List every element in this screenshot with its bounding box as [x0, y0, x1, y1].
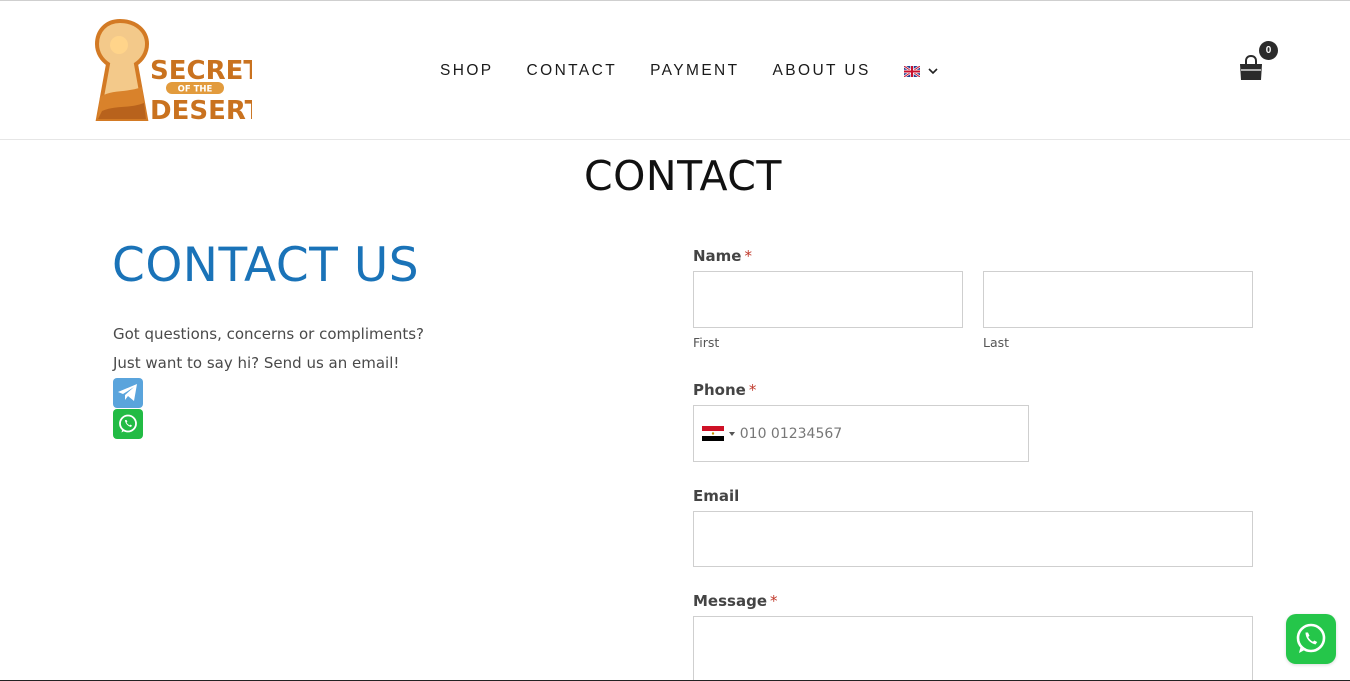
name-label: Name * — [693, 247, 752, 265]
chevron-down-icon — [928, 68, 938, 75]
page-title: CONTACT — [584, 152, 782, 200]
message-field — [693, 616, 1253, 681]
nav-shop[interactable]: SHOP — [440, 59, 494, 83]
logo-text-secret: SECRET — [150, 56, 252, 86]
whatsapp-icon — [1296, 623, 1326, 653]
phone-label: Phone * — [693, 381, 756, 399]
phone-label-text: Phone — [693, 381, 746, 399]
email-input[interactable] — [694, 512, 1252, 566]
site-logo[interactable]: SECRET OF THE DESERT — [92, 19, 252, 123]
nav-about-us[interactable]: ABOUT US — [773, 59, 871, 83]
language-switcher[interactable] — [903, 65, 938, 77]
nav-contact[interactable]: CONTACT — [527, 59, 618, 83]
egypt-flag-icon — [702, 426, 724, 441]
shopping-bag-icon — [1240, 55, 1262, 80]
required-mark: * — [748, 381, 757, 399]
uk-flag-icon — [903, 65, 920, 77]
whatsapp-chat-button[interactable] — [1286, 614, 1336, 664]
phone-input[interactable] — [739, 406, 1028, 461]
whatsapp-link[interactable] — [113, 409, 143, 439]
first-name-field — [693, 271, 963, 328]
keyhole-logo-icon: SECRET OF THE DESERT — [94, 19, 252, 123]
cart-count-badge: 0 — [1259, 41, 1278, 60]
message-textarea[interactable] — [694, 617, 1252, 681]
message-label-text: Message — [693, 592, 767, 610]
last-sublabel: Last — [983, 335, 1010, 350]
site-header: SECRET OF THE DESERT SHOP CONTACT PAYMEN… — [0, 1, 1350, 140]
email-label-text: Email — [693, 487, 740, 505]
email-label: Email — [693, 487, 739, 505]
country-selector[interactable] — [694, 406, 740, 461]
required-mark: * — [770, 592, 778, 610]
last-name-field — [983, 271, 1253, 328]
first-sublabel: First — [693, 335, 720, 350]
message-label: Message * — [693, 592, 778, 610]
email-field — [693, 511, 1253, 567]
intro-line-2: Just want to say hi? Send us an email! — [113, 354, 400, 372]
telegram-link[interactable] — [113, 378, 143, 408]
intro-line-1: Got questions, concerns or compliments? — [113, 325, 425, 343]
contact-intro: Got questions, concerns or compliments? … — [113, 320, 424, 378]
cart-button[interactable]: 0 — [1236, 41, 1280, 85]
telegram-icon — [118, 384, 137, 401]
phone-field — [693, 405, 1029, 462]
first-name-input[interactable] — [694, 272, 962, 327]
caret-down-icon — [729, 431, 735, 436]
nav-payment[interactable]: PAYMENT — [650, 59, 739, 83]
last-name-input[interactable] — [984, 272, 1252, 327]
logo-text-desert: DESERT — [150, 96, 252, 123]
main-navigation: SHOP CONTACT PAYMENT ABOUT US — [440, 59, 938, 83]
required-mark: * — [744, 247, 752, 265]
logo-text-of-the: OF THE — [178, 85, 213, 95]
whatsapp-icon — [119, 414, 137, 433]
name-label-text: Name — [693, 247, 742, 265]
contact-us-heading: CONTACT US — [112, 238, 420, 293]
